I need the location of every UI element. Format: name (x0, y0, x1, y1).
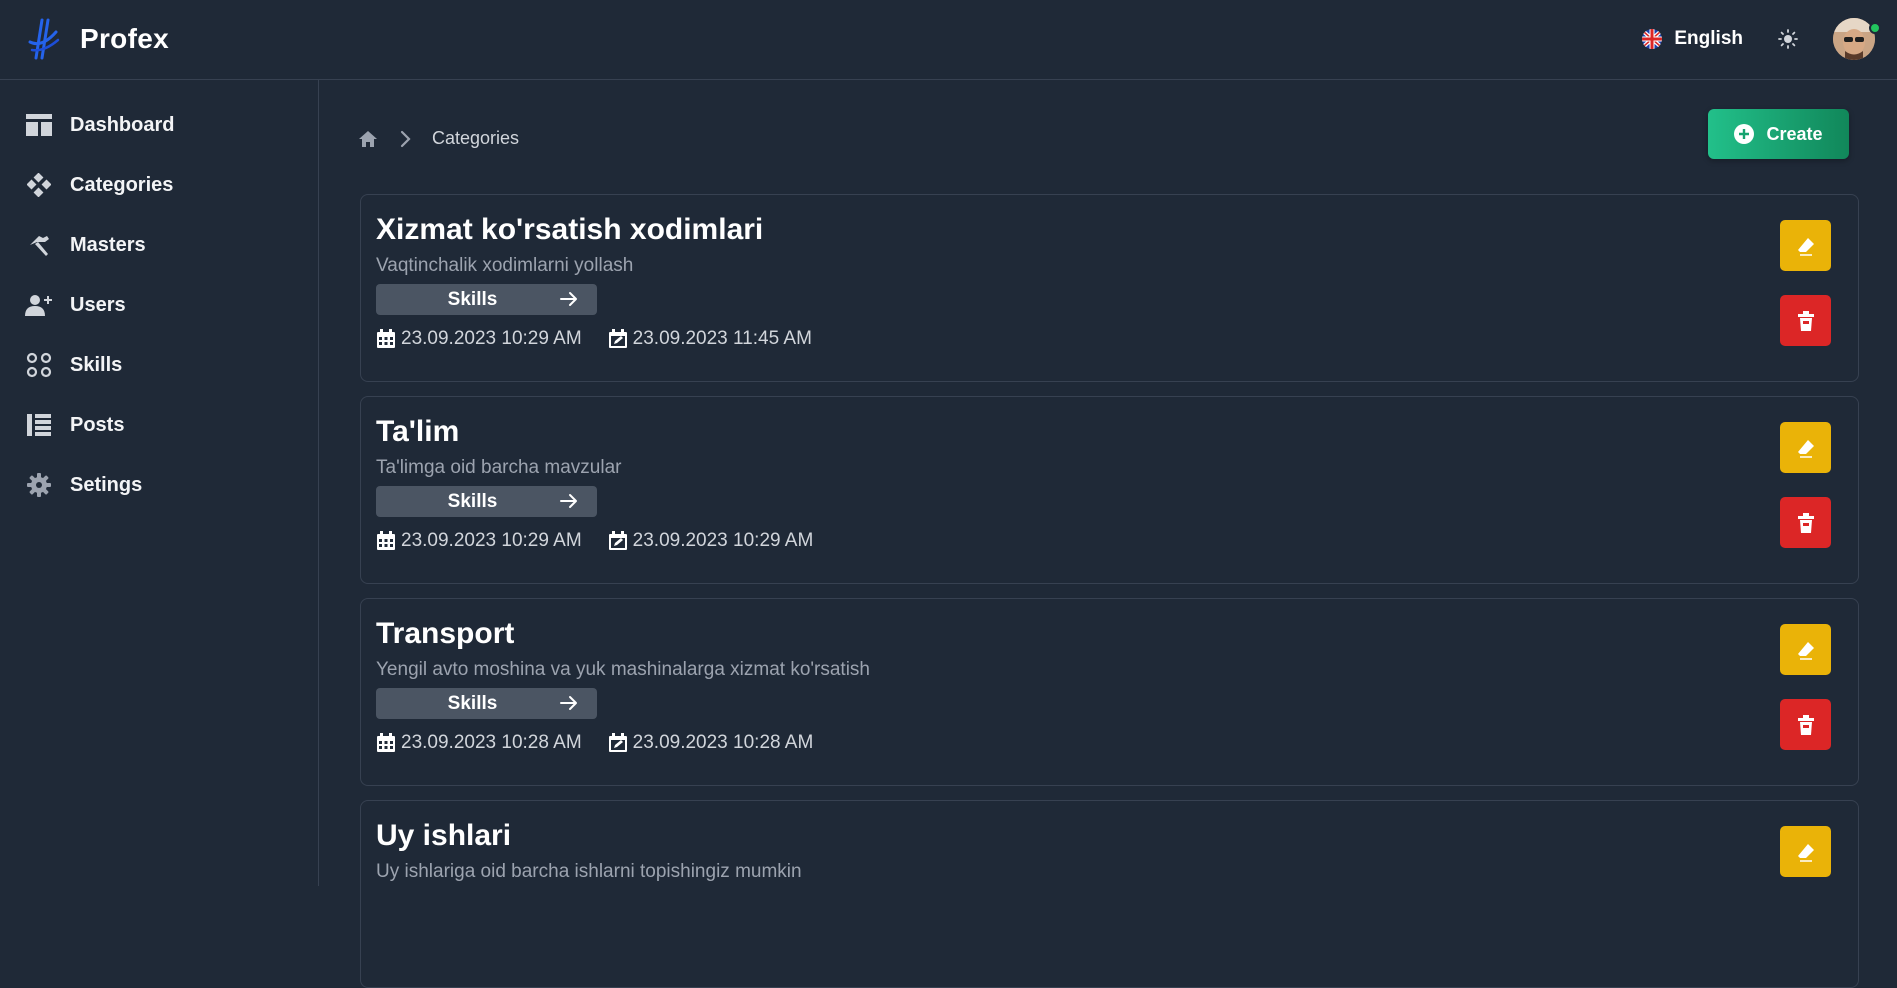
eraser-icon (1797, 237, 1814, 256)
category-title: Xizmat ko'rsatish xodimlari (376, 213, 764, 246)
edit-button[interactable] (1780, 422, 1831, 473)
dashboard-icon (24, 110, 54, 140)
main-content: Categories Create Xizmat ko'rsatish xodi… (320, 80, 1897, 988)
user-plus-icon (24, 290, 54, 320)
eraser-icon (1797, 439, 1814, 458)
top-bar: Profex English (0, 0, 1897, 80)
skills-button[interactable]: Skills (376, 284, 597, 315)
gear-icon (24, 470, 54, 500)
delete-button[interactable] (1780, 295, 1831, 346)
hammer-icon (24, 230, 54, 260)
calendar-edit-icon (608, 733, 627, 752)
sidebar: Dashboard Categories Masters Users Skill… (0, 80, 319, 886)
trash-icon (1797, 512, 1814, 533)
created-date: 23.09.2023 10:29 AM (401, 530, 582, 551)
skills-label: Skills (447, 288, 498, 310)
sidebar-item-dashboard[interactable]: Dashboard (24, 105, 304, 145)
breadcrumb-current: Categories (432, 128, 520, 148)
profex-logo-icon (28, 18, 60, 60)
category-card: Transport Yengil avto moshina va yuk mas… (360, 598, 1859, 786)
list-icon (24, 410, 54, 440)
delete-button[interactable] (1780, 497, 1831, 548)
skills-button[interactable]: Skills (376, 486, 597, 517)
trash-icon (1797, 310, 1814, 331)
theme-toggle-button[interactable] (1775, 26, 1801, 52)
calendar-edit-icon (608, 329, 627, 348)
category-card: Xizmat ko'rsatish xodimlari Vaqtinchalik… (360, 194, 1859, 382)
sidebar-item-label: Skills (70, 353, 123, 376)
skills-label: Skills (447, 490, 498, 512)
sidebar-item-categories[interactable]: Categories (24, 165, 304, 205)
category-description: Vaqtinchalik xodimlarni yollash (376, 255, 634, 276)
plus-circle-icon (1734, 124, 1755, 144)
sidebar-item-label: Dashboard (70, 113, 175, 136)
category-description: Yengil avto moshina va yuk mashinalarga … (376, 659, 870, 680)
category-dates: 23.09.2023 10:29 AM 23.09.2023 10:29 AM (376, 530, 813, 552)
edit-button[interactable] (1780, 624, 1831, 675)
category-title: Ta'lim (376, 415, 460, 448)
arrow-right-icon (560, 494, 577, 508)
sidebar-item-skills[interactable]: Skills (24, 345, 304, 385)
arrow-right-icon (560, 696, 577, 710)
sidebar-item-label: Setings (70, 473, 143, 496)
breadcrumb: Categories (358, 128, 519, 149)
sidebar-item-label: Users (70, 293, 126, 316)
calendar-edit-icon (608, 531, 627, 550)
updated-date: 23.09.2023 10:29 AM (632, 530, 814, 551)
chevron-right-icon (400, 130, 411, 147)
edit-button[interactable] (1780, 826, 1831, 877)
online-status-dot (1869, 22, 1881, 34)
brand[interactable]: Profex (28, 18, 169, 60)
sidebar-item-label: Posts (70, 413, 125, 436)
sidebar-item-settings[interactable]: Setings (24, 465, 304, 505)
category-description: Ta'limga oid barcha mavzular (376, 457, 622, 478)
home-icon[interactable] (358, 129, 378, 149)
sidebar-item-label: Categories (70, 173, 174, 196)
trash-icon (1797, 714, 1814, 735)
sidebar-item-posts[interactable]: Posts (24, 405, 304, 445)
uk-flag-icon (1642, 29, 1663, 49)
brand-name: Profex (80, 23, 169, 54)
updated-date: 23.09.2023 11:45 AM (632, 328, 812, 349)
calendar-icon (377, 329, 395, 348)
created-date: 23.09.2023 10:28 AM (401, 732, 582, 753)
category-title: Uy ishlari (376, 819, 512, 852)
language-label: English (1674, 28, 1743, 49)
language-selector[interactable]: English (1642, 28, 1743, 50)
categories-icon (24, 170, 54, 200)
header-actions: English (1642, 16, 1881, 62)
skills-button[interactable]: Skills (376, 688, 597, 719)
skills-label: Skills (447, 692, 498, 714)
created-date: 23.09.2023 10:29 AM (401, 328, 582, 349)
eraser-icon (1797, 843, 1814, 862)
skills-icon (24, 350, 54, 380)
category-dates: 23.09.2023 10:28 AM 23.09.2023 10:28 AM (376, 732, 813, 754)
create-label: Create (1766, 123, 1823, 144)
sidebar-item-users[interactable]: Users (24, 285, 304, 325)
edit-button[interactable] (1780, 220, 1831, 271)
category-dates: 23.09.2023 10:29 AM 23.09.2023 11:45 AM (376, 328, 812, 350)
calendar-icon (377, 733, 395, 752)
category-description: Uy ishlariga oid barcha ishlarni topishi… (376, 861, 802, 882)
delete-button[interactable] (1780, 699, 1831, 750)
sidebar-item-label: Masters (70, 233, 146, 256)
sidebar-item-masters[interactable]: Masters (24, 225, 304, 265)
create-button[interactable]: Create (1708, 109, 1849, 159)
category-title: Transport (376, 617, 515, 650)
sun-icon (1778, 29, 1798, 49)
arrow-right-icon (560, 292, 577, 306)
eraser-icon (1797, 641, 1814, 660)
calendar-icon (377, 531, 395, 550)
user-menu[interactable] (1833, 18, 1881, 60)
category-card: Uy ishlari Uy ishlariga oid barcha ishla… (360, 800, 1859, 988)
updated-date: 23.09.2023 10:28 AM (632, 732, 814, 753)
category-card: Ta'lim Ta'limga oid barcha mavzular Skil… (360, 396, 1859, 584)
